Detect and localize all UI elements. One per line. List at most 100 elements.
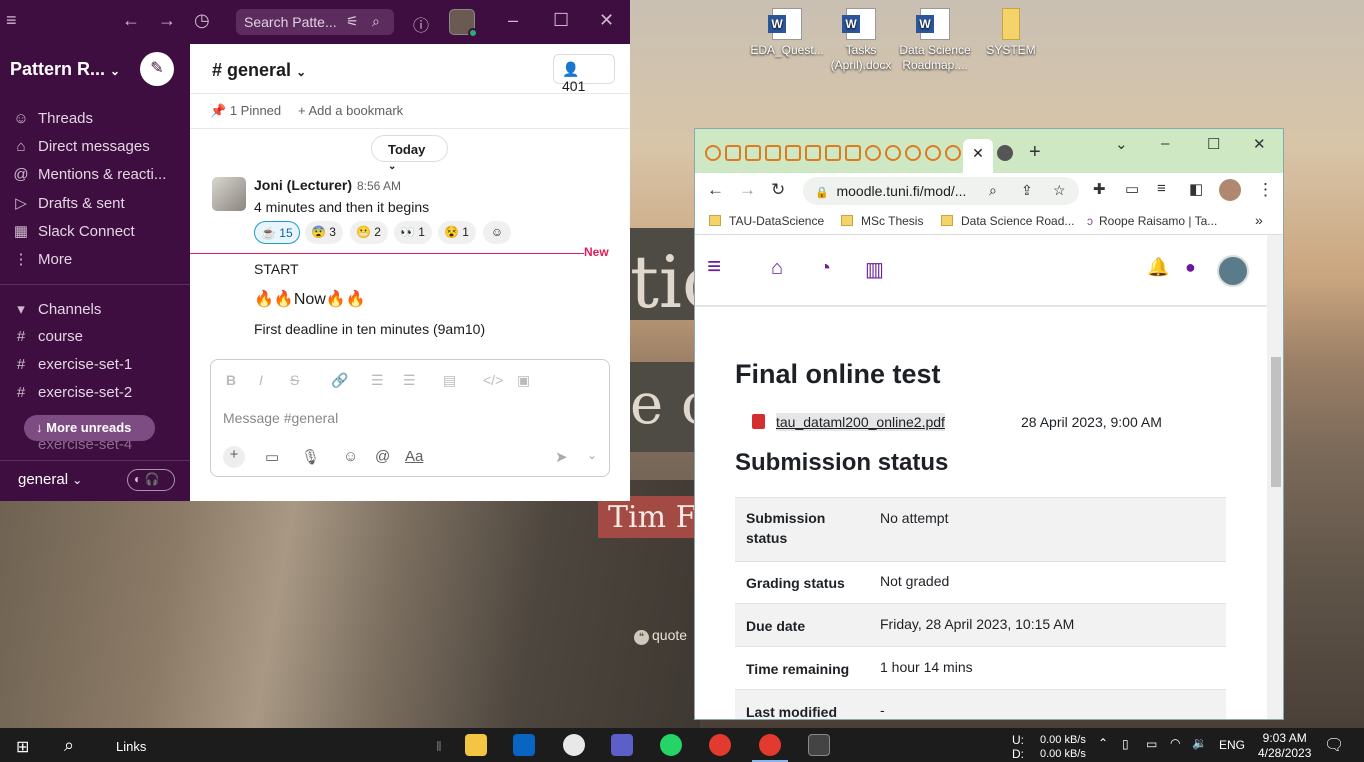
text-format-icon[interactable]: Aa: [405, 448, 423, 465]
chevron-down-icon[interactable]: ⌄: [587, 448, 597, 462]
user-avatar[interactable]: [449, 9, 478, 38]
device-icon[interactable]: ▯: [1122, 737, 1129, 751]
forward-arrow-icon[interactable]: →: [739, 180, 756, 200]
minimize-icon[interactable]: –: [508, 10, 518, 31]
pinned-button[interactable]: 📌 1 Pinned: [210, 103, 281, 119]
new-tab-icon[interactable]: +: [1029, 141, 1041, 164]
italic-icon[interactable]: I: [259, 372, 263, 388]
battery-icon[interactable]: ▭: [1146, 737, 1157, 751]
star-icon[interactable]: ☆: [1053, 182, 1066, 199]
message-author-avatar[interactable]: [212, 177, 246, 211]
courses-icon[interactable]: ▥: [865, 257, 884, 282]
messages-icon[interactable]: ●: [1185, 257, 1196, 278]
desktop-icon-tasks[interactable]: W Tasks (April).docx: [824, 8, 898, 73]
attachment-link[interactable]: tau_dataml200_online2.pdf: [776, 413, 945, 431]
scrollbar-thumb[interactable]: [1271, 357, 1281, 487]
close-icon[interactable]: ✕: [1253, 135, 1266, 153]
slack-icon[interactable]: [563, 734, 585, 756]
help-icon[interactable]: ⓘ: [413, 12, 429, 36]
video-icon[interactable]: ▭: [265, 448, 279, 466]
current-channel-label[interactable]: general ⌄: [18, 471, 82, 488]
address-bar[interactable]: 🔒 moodle.tuni.fi/mod/... ⌕ ⇪ ☆: [803, 177, 1079, 205]
bookmark-item[interactable]: TAU-DataScience: [709, 214, 824, 228]
tab-favicon-icon[interactable]: [865, 145, 881, 161]
extensions-icon[interactable]: ✚: [1093, 180, 1106, 198]
teams-icon[interactable]: [611, 734, 633, 756]
sidebar-item-mentions[interactable]: @ Mentions & reacti...: [0, 162, 190, 190]
sidebar-item-channel-exercise-set-1[interactable]: # exercise-set-1: [0, 352, 190, 380]
desktop-icon-system[interactable]: SYSTEM: [974, 8, 1048, 58]
zoom-icon[interactable]: ⌕: [989, 182, 997, 199]
bold-icon[interactable]: B: [226, 372, 236, 388]
link-icon[interactable]: 🔗: [331, 372, 348, 389]
workspace-name[interactable]: Pattern R... ⌄: [10, 59, 150, 80]
tab-favicon-icon[interactable]: [905, 145, 921, 161]
close-icon[interactable]: ✕: [599, 10, 614, 31]
mention-icon[interactable]: @: [375, 448, 390, 465]
channel-title[interactable]: # general ⌄: [212, 60, 306, 81]
dashboard-icon[interactable]: ◔: [819, 257, 831, 280]
more-vertical-icon[interactable]: ⋮: [1257, 180, 1274, 200]
blockquote-icon[interactable]: ▤: [443, 372, 456, 389]
back-arrow-icon[interactable]: ←: [122, 10, 140, 31]
whatsapp-icon[interactable]: [660, 734, 682, 756]
reaction-eyes[interactable]: 👀 1: [394, 221, 432, 244]
home-icon[interactable]: ⌂: [771, 257, 783, 280]
send-icon[interactable]: ➤: [555, 448, 568, 466]
terminal-icon[interactable]: [808, 734, 830, 756]
sidebar-item-drafts[interactable]: ▷ Drafts & sent: [0, 190, 190, 218]
more-unreads-button[interactable]: ↓ More unreads: [24, 415, 155, 441]
outlook-icon[interactable]: [513, 734, 535, 756]
bulleted-list-icon[interactable]: ☰: [403, 372, 416, 389]
volume-icon[interactable]: 🔉: [1192, 736, 1207, 750]
file-explorer-icon[interactable]: [465, 734, 487, 756]
reaction-fearful[interactable]: 😨 3: [305, 221, 343, 244]
add-reaction-button[interactable]: ☺: [483, 221, 511, 244]
desktop-icon-roadmap[interactable]: W Data Science Roadmap....: [898, 8, 972, 73]
user-avatar[interactable]: [1217, 255, 1249, 287]
sidebar-item-threads[interactable]: ☺ Threads: [0, 106, 190, 134]
tab-favicon-icon[interactable]: [925, 145, 941, 161]
language-indicator[interactable]: ENG: [1219, 738, 1245, 752]
slack-search-input[interactable]: Search Patte... ⚟ ⌕: [236, 9, 394, 35]
tab-favicon-icon[interactable]: [945, 145, 961, 161]
windows-start-icon[interactable]: ⊞: [16, 737, 29, 757]
plus-icon[interactable]: +: [223, 446, 245, 468]
tab-favicon-icon[interactable]: [705, 145, 721, 161]
compose-button[interactable]: ✎: [140, 52, 174, 86]
links-toolbar-label[interactable]: Links: [116, 739, 146, 754]
maximize-icon[interactable]: ☐: [553, 10, 569, 31]
tab-favicon-icon[interactable]: [785, 145, 801, 161]
hamburger-menu-icon[interactable]: ≡: [6, 10, 17, 31]
message-input[interactable]: Message #general: [223, 410, 338, 426]
tab-favicon-icon[interactable]: [765, 145, 781, 161]
cast-icon[interactable]: ▭: [1125, 180, 1139, 198]
emoji-icon[interactable]: ☺: [343, 448, 358, 465]
active-tab[interactable]: ✕: [963, 139, 993, 173]
side-panel-icon[interactable]: ◧: [1189, 180, 1203, 198]
reaction-dizzy[interactable]: 😵 1: [438, 221, 476, 244]
bookmark-item[interactable]: MSc Thesis: [841, 214, 923, 228]
add-bookmark-button[interactable]: + Add a bookmark: [298, 103, 403, 118]
huddle-toggle[interactable]: ◐ 🎧: [127, 469, 175, 491]
message-timestamp[interactable]: 8:56 AM: [357, 179, 401, 193]
tab-favicon-icon[interactable]: [745, 145, 761, 161]
clock[interactable]: 9:03 AM 4/28/2023: [1258, 731, 1311, 761]
forward-arrow-icon[interactable]: →: [158, 10, 176, 31]
sidebar-item-channel-course[interactable]: # course: [0, 324, 190, 352]
wifi-icon[interactable]: ◠: [1170, 736, 1180, 750]
sidebar-item-channel-exercise-set-2[interactable]: # exercise-set-2: [0, 380, 190, 408]
sidebar-item-direct-messages[interactable]: ⌂ Direct messages: [0, 134, 190, 162]
tab-favicon-icon[interactable]: [885, 145, 901, 161]
chevron-right-icon[interactable]: »: [1255, 212, 1263, 228]
tab-favicon-icon[interactable]: [845, 145, 861, 161]
channels-section-header[interactable]: ▾ Channels: [0, 296, 190, 324]
sidebar-item-slack-connect[interactable]: ▦ Slack Connect: [0, 218, 190, 246]
globe-icon[interactable]: [997, 145, 1013, 161]
desktop-icon-eda[interactable]: W EDA_Quest...: [750, 8, 824, 58]
maximize-icon[interactable]: ☐: [1207, 135, 1220, 153]
reaction-grimace[interactable]: 😬 2: [350, 221, 388, 244]
sidebar-item-more[interactable]: ⋮ More: [0, 246, 190, 274]
bookmark-item[interactable]: Data Science Road...: [941, 214, 1074, 228]
reload-icon[interactable]: ↻: [771, 180, 785, 200]
